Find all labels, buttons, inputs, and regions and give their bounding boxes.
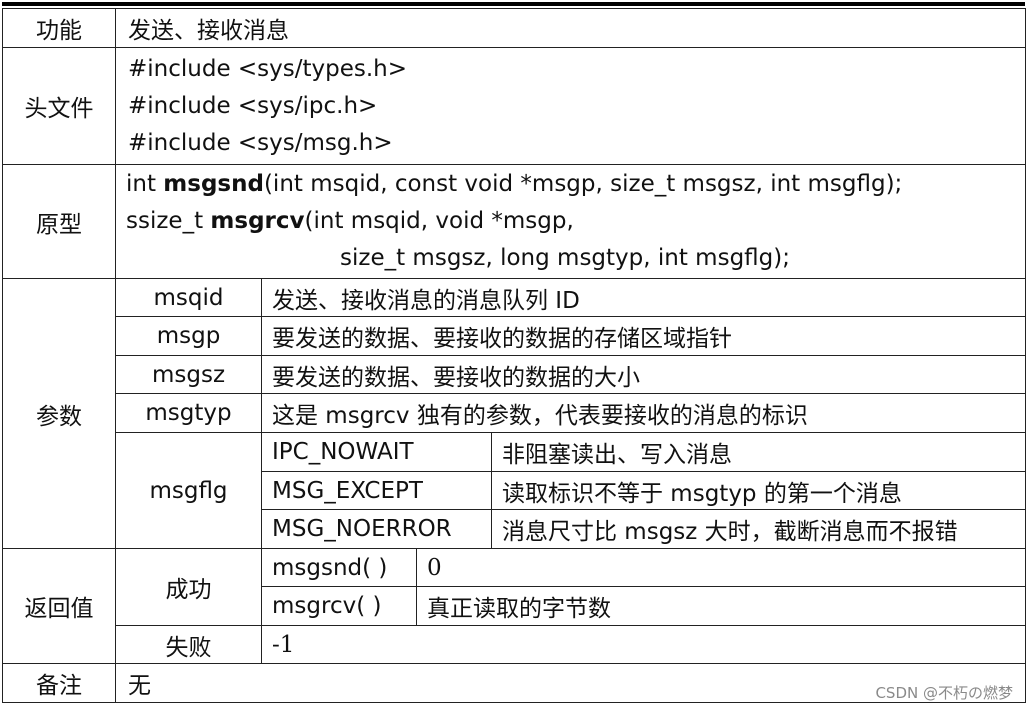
prototype-params: (int msqid, const void *msgp, size_t msg…: [263, 171, 903, 197]
return-row: 返回值 成功 msgsnd( ) 0: [2, 548, 1026, 664]
prototype-msgsnd: int msgsnd(int msqid, const void *msgp, …: [126, 166, 1025, 203]
param-row: 参数 msqid 发送、接收消息的消息队列 ID: [2, 278, 1026, 549]
return-value: 0: [416, 548, 1026, 587]
return-fn: msgrcv( ): [261, 586, 417, 626]
prototype-fn-name: msgsnd: [163, 171, 264, 197]
prototype-msgrcv-continued: size_t msgsz, long msgtyp, int msgflg);: [340, 245, 790, 271]
prototype-return-type: ssize_t: [126, 208, 211, 234]
prototype-fn-name: msgrcv: [210, 208, 305, 234]
prototype-return-type: int: [126, 171, 164, 197]
flag-desc: 非阻塞读出、写入消息: [491, 432, 1026, 472]
params-label: 参数: [2, 278, 116, 549]
param-row: msgp 要发送的数据、要接收的数据的存储区域指针: [3, 316, 1026, 356]
fail-value: -1: [261, 625, 1026, 664]
function-value: 发送、接收消息: [115, 8, 1026, 48]
return-fn: msgsnd( ): [261, 548, 417, 587]
prototype-label: 原型: [2, 164, 116, 279]
row-function: 功能 发送、接收消息: [2, 8, 1026, 48]
include-line: #include <sys/types.h>: [128, 55, 408, 82]
return-value: 真正读取的字节数: [416, 586, 1026, 626]
param-desc: 发送、接收消息的消息队列 ID: [261, 278, 1026, 317]
flag-name: IPC_NOWAIT: [261, 432, 492, 472]
include-line: #include <sys/ipc.h>: [128, 92, 378, 119]
watermark: CSDN @不朽の燃梦: [875, 684, 1013, 702]
row-note: 备注 无: [2, 663, 1026, 703]
prototype-params: (int msqid, void *msgp,: [304, 208, 574, 234]
note-label: 备注: [2, 663, 116, 703]
msgflg-option-row: msgflg IPC_NOWAIT 非阻塞读出、写入消息: [3, 432, 1026, 549]
header-files-label: 头文件: [2, 47, 116, 165]
param-desc: 要发送的数据、要接收的数据的存储区域指针: [261, 316, 1026, 356]
flag-desc: 读取标识不等于 msgtyp 的第一个消息: [491, 471, 1026, 510]
flag-name: MSG_NOERROR: [261, 509, 492, 549]
prototype-msgrcv: ssize_t msgrcv(int msqid, void *msgp,: [126, 203, 1025, 240]
param-name: msgtyp: [115, 393, 262, 433]
return-row: 失败 -1: [3, 625, 1026, 664]
row-prototype: 原型 int msgsnd(int msqid, const void *msg…: [2, 164, 1026, 279]
flag-name: MSG_EXCEPT: [261, 471, 492, 510]
return-label: 返回值: [2, 548, 116, 664]
param-desc: 这是 msgrcv 独有的参数，代表要接收的消息的标识: [261, 393, 1026, 433]
top-rule: [2, 2, 1025, 6]
param-row: msgtyp 这是 msgrcv 独有的参数，代表要接收的消息的标识: [3, 393, 1026, 433]
param-name: msgflg: [115, 432, 262, 549]
include-line: #include <sys/msg.h>: [128, 129, 393, 156]
function-label: 功能: [2, 8, 116, 48]
success-label: 成功: [115, 548, 262, 626]
msg-api-table: 功能 发送、接收消息 头文件 #include <sys/types.h> #i…: [2, 8, 1026, 703]
param-name: msqid: [115, 278, 262, 317]
param-name: msgp: [115, 316, 262, 356]
flag-desc: 消息尺寸比 msgsz 大时，截断消息而不报错: [491, 509, 1026, 549]
param-desc: 要发送的数据、要接收的数据的大小: [261, 355, 1026, 394]
header-files-value: #include <sys/types.h> #include <sys/ipc…: [115, 47, 1026, 165]
prototype-value: int msgsnd(int msqid, const void *msgp, …: [115, 164, 1026, 279]
fail-label: 失败: [115, 625, 262, 664]
param-row: msgsz 要发送的数据、要接收的数据的大小: [3, 355, 1026, 394]
row-header-files: 头文件 #include <sys/types.h> #include <sys…: [2, 47, 1026, 165]
param-name: msgsz: [115, 355, 262, 394]
